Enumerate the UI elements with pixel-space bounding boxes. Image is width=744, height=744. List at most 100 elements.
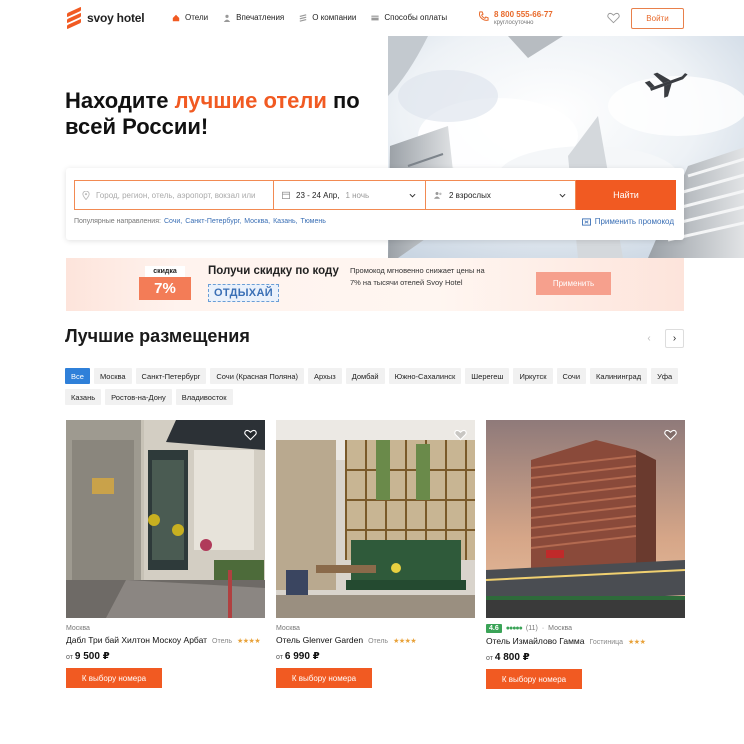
top-header: svoy hotel Отели Впечатления О компании … — [0, 0, 744, 36]
hotel-photo[interactable] — [66, 420, 265, 618]
hotel-price: от 9 500 ₽ — [66, 651, 265, 662]
city-filter-chip[interactable]: Уфа — [651, 368, 679, 384]
phone-number: 8 800 555-66-77 — [494, 10, 553, 19]
phone-block[interactable]: 8 800 555-66-77 круглосуточно — [478, 10, 553, 26]
city-filter-chip[interactable]: Москва — [93, 368, 132, 384]
city-filter-chip[interactable]: Ростов-на-Дону — [105, 389, 172, 405]
promo-description: Промокод мгновенно снижает цены на 7% на… — [350, 266, 485, 287]
city-filter-chip[interactable]: Южно-Сахалинск — [388, 368, 462, 384]
nav-item-about[interactable]: О компании — [299, 13, 356, 22]
hotel-kind: Гостиница — [589, 639, 624, 646]
hotel-location: Москва — [548, 625, 573, 632]
choose-room-button[interactable]: К выбору номера — [486, 669, 582, 689]
apply-promocode-link[interactable]: Применить промокод — [581, 217, 674, 226]
hotel-card[interactable]: Москва Отель Glenver Garden Отель ★★★★ о… — [276, 420, 475, 688]
carousel-next-button[interactable]: › — [665, 329, 684, 348]
destination-input[interactable]: Город, регион, отель, аэропорт, вокзал и… — [74, 180, 274, 210]
hotel-photo-image — [486, 420, 685, 618]
hotel-name-row: Отель Glenver Garden Отель ★★★★ — [276, 635, 475, 645]
search-card: Город, регион, отель, аэропорт, вокзал и… — [66, 168, 684, 240]
city-filter-chip[interactable]: Сочи (Красная Поляна) — [210, 368, 305, 384]
city-filter-chip[interactable]: Все — [65, 368, 90, 384]
carousel-prev-button[interactable]: ‹ — [640, 329, 658, 347]
city-filter-chips: Все Москва Санкт-Петербург Сочи (Красная По… — [65, 368, 687, 405]
favorites-heart-icon[interactable] — [607, 12, 620, 24]
rating-badge: 4.6 — [486, 624, 502, 633]
discount-badge-label: скидка — [145, 266, 185, 277]
hotel-photo-image — [66, 420, 265, 618]
popular-label: Популярные направления: — [74, 218, 161, 225]
hotel-photo[interactable] — [486, 420, 685, 618]
logo-s-icon — [299, 13, 307, 22]
rating-dots: ●●●●● — [505, 625, 523, 632]
nav-item-hotels[interactable]: Отели — [172, 13, 208, 22]
hotel-name-row: Дабл Три бай Хилтон Москоу Арбат Отель ★… — [66, 635, 265, 645]
city-filter-chip[interactable]: Владивосток — [175, 389, 233, 405]
price-prefix: от — [276, 654, 283, 661]
main-nav: Отели Впечатления О компании Способы опл… — [172, 13, 447, 22]
promo-link-label: Применить промокод — [594, 217, 674, 226]
hotel-name[interactable]: Отель Измайлово Гамма — [486, 636, 585, 646]
guests-value: 2 взрослых — [449, 190, 491, 200]
popular-city-link[interactable]: Казань, — [273, 218, 297, 225]
favorite-heart-icon[interactable] — [664, 429, 677, 441]
logo-text: svoy hotel — [87, 11, 145, 25]
find-button[interactable]: Найти — [576, 180, 676, 210]
hero-title-part: Находите — [65, 88, 175, 113]
login-button[interactable]: Войти — [631, 8, 684, 29]
popular-city-link[interactable]: Тюмень — [301, 218, 326, 225]
destination-placeholder: Город, регион, отель, аэропорт, вокзал и… — [96, 190, 256, 200]
popular-city-link[interactable]: Москва, — [244, 218, 270, 225]
phone-note: круглосуточно — [494, 20, 534, 26]
hotel-photo-image — [276, 420, 475, 618]
city-filter-chip[interactable]: Архыз — [308, 368, 342, 384]
card-icon — [371, 15, 379, 20]
hotel-name[interactable]: Дабл Три бай Хилтон Москоу Арбат — [66, 635, 207, 645]
hotel-card[interactable]: 4.6 ●●●●● (11) · Москва Отель Измайлово … — [486, 420, 685, 689]
hotel-name-row: Отель Измайлово Гамма Гостиница ★★★ — [486, 636, 685, 646]
search-row: Город, регион, отель, аэропорт, вокзал и… — [74, 180, 676, 210]
city-filter-chip[interactable]: Шерегеш — [465, 368, 510, 384]
city-filter-chip[interactable]: Сочи — [556, 368, 587, 384]
nav-item-label: Отели — [185, 13, 209, 22]
hotel-card[interactable]: Москва Дабл Три бай Хилтон Москоу Арбат … — [66, 420, 265, 688]
choose-room-button[interactable]: К выбору номера — [66, 668, 162, 688]
section-title: Лучшие размещения — [65, 326, 250, 346]
apply-promo-button[interactable]: Применить — [536, 272, 611, 295]
city-filter-chip[interactable]: Калининград — [590, 368, 648, 384]
nav-item-experiences[interactable]: Впечатления — [223, 13, 284, 22]
popular-city-link[interactable]: Сочи, — [164, 218, 182, 225]
hotel-stars: ★★★★ — [393, 638, 417, 645]
choose-room-button[interactable]: К выбору номера — [276, 668, 372, 688]
hotel-photo[interactable] — [276, 420, 475, 618]
separator: · — [541, 625, 545, 632]
dates-picker[interactable]: 23 - 24 Апр, 1 ночь — [274, 180, 426, 210]
city-filter-chip[interactable]: Домбай — [345, 368, 385, 384]
logo[interactable]: svoy hotel — [66, 6, 145, 30]
hotel-name[interactable]: Отель Glenver Garden — [276, 635, 363, 645]
discount-badge-value: 7% — [139, 277, 191, 300]
hotel-stars: ★★★★ — [237, 638, 261, 645]
guests-picker[interactable]: 2 взрослых — [426, 180, 576, 210]
discount-badge: скидка 7% — [139, 266, 191, 301]
location-pin-icon — [82, 190, 90, 200]
city-filter-chip[interactable]: Иркутск — [513, 368, 553, 384]
favorite-heart-icon[interactable] — [244, 429, 257, 441]
calendar-icon — [282, 191, 290, 199]
ticket-icon — [581, 217, 591, 226]
nav-item-payment[interactable]: Способы оплаты — [371, 13, 447, 22]
chevron-down-icon — [409, 193, 416, 198]
promo-title: Получи скидку по коду — [208, 265, 339, 277]
favorite-heart-icon[interactable] — [454, 429, 467, 441]
city-filter-chip[interactable]: Казань — [65, 389, 102, 405]
popular-destinations: Популярные направления: Сочи, Санкт-Пете… — [74, 218, 326, 225]
reviews-count[interactable]: (11) — [526, 625, 538, 632]
nav-item-label: Впечатления — [236, 13, 285, 22]
hero-title-accent: лучшие отели — [174, 88, 327, 113]
home-icon — [172, 14, 180, 21]
popular-city-link[interactable]: Санкт-Петербург, — [185, 218, 241, 225]
hotel-kind: Отель — [212, 638, 232, 645]
phone-icon — [478, 11, 489, 21]
city-filter-chip[interactable]: Санкт-Петербург — [135, 368, 207, 384]
promo-code[interactable]: ОТДЫХАЙ — [208, 284, 279, 302]
